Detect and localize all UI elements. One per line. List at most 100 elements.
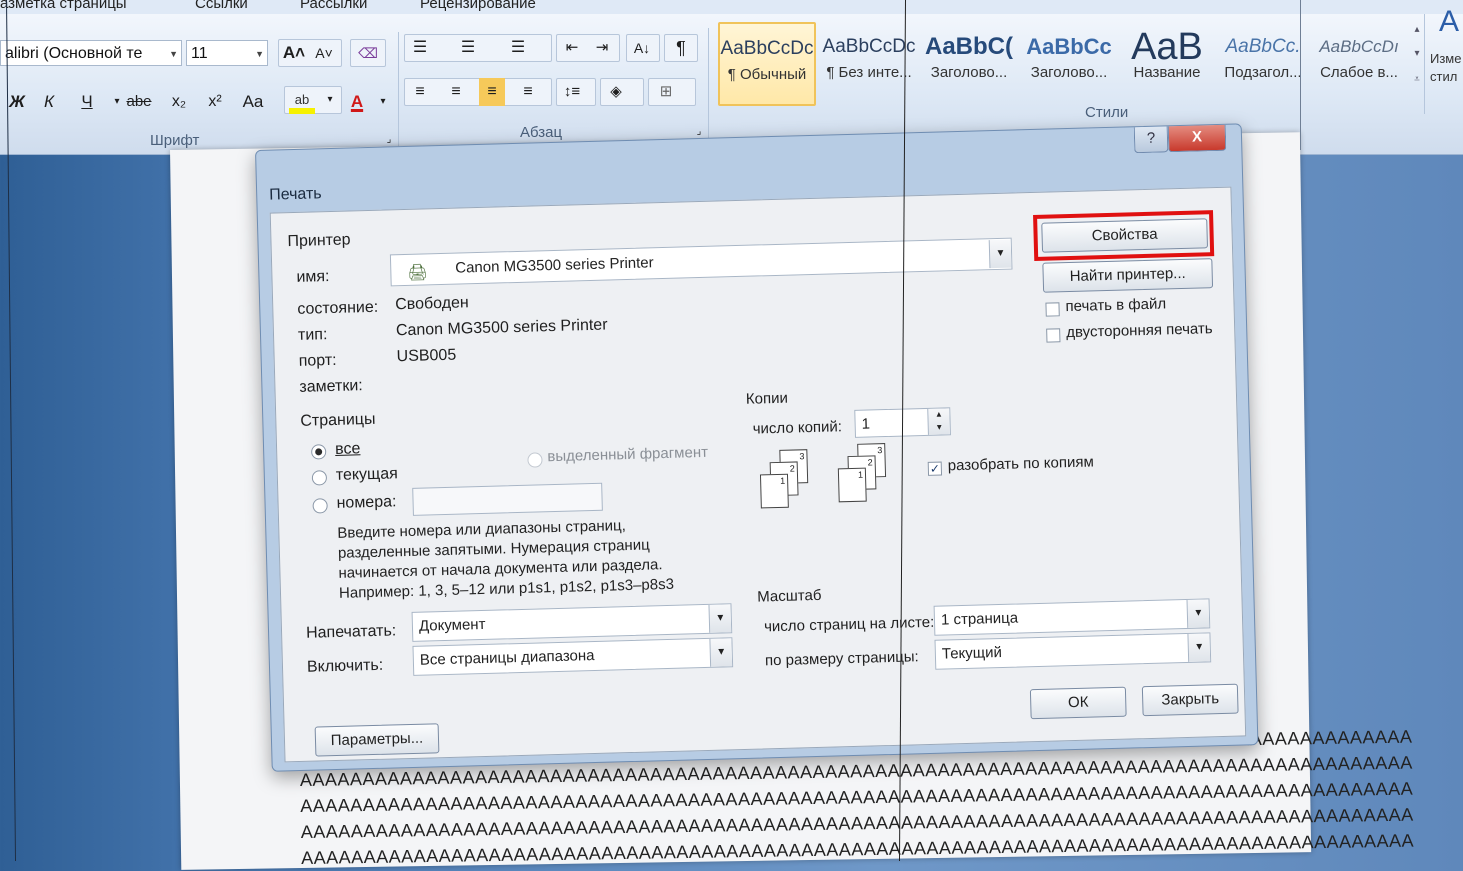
red-highlight-box <box>1033 210 1215 261</box>
page-icon: 1 <box>837 467 867 503</box>
duplex-checkbox[interactable] <box>1046 328 1061 343</box>
more-styles-icon[interactable]: ⩡ <box>1404 66 1430 94</box>
tab-page-layout[interactable]: азметка страницы <box>0 0 127 12</box>
grow-shrink-box: A˄ A˅ <box>278 39 342 67</box>
print-what-label: Напечатать: <box>305 622 397 642</box>
font-size-value: 11 <box>191 45 208 62</box>
style-subtle-emphasis[interactable]: AaBbCcDı Слабое в... <box>1310 22 1408 106</box>
scroll-down-icon[interactable]: ▾ <box>1404 40 1430 68</box>
decrease-indent-icon[interactable]: ⇤ <box>559 34 585 62</box>
ok-button[interactable]: ОК <box>1029 686 1127 720</box>
borders-button[interactable]: ⊞ <box>648 78 696 106</box>
include-label: Включить: <box>306 656 384 676</box>
style-sample: AaBbCcDı <box>1319 37 1399 56</box>
justify-icon[interactable]: ≡ <box>515 78 541 106</box>
shrink-font-button[interactable]: A˅ <box>311 39 337 67</box>
find-printer-button[interactable]: Найти принтер... <box>1042 258 1214 293</box>
close-x-button[interactable]: X <box>1167 124 1227 153</box>
pages-per-sheet-select[interactable]: 1 страница ▼ <box>933 598 1211 636</box>
increase-indent-icon[interactable]: ⇥ <box>589 34 615 62</box>
line-spacing-button[interactable]: ↕≡ <box>556 78 596 106</box>
group-label-font: Шрифт <box>150 132 200 149</box>
tab-references[interactable]: Ссылки <box>195 0 248 12</box>
help-button[interactable]: ? <box>1133 126 1169 154</box>
radio-all[interactable] <box>310 444 327 460</box>
dialog-body: Принтер имя: 🖨 Canon MG3500 series Print… <box>269 186 1247 763</box>
radio-current-label: текущая <box>335 465 398 484</box>
style-heading-1[interactable]: AaBbC( Заголово... <box>920 22 1018 106</box>
style-name: ¶ Без инте... <box>826 64 912 81</box>
shading-button[interactable]: ◈ <box>600 78 644 106</box>
style-normal[interactable]: AaBbCcDc ¶ Обычный <box>718 22 816 106</box>
chevron-down-icon[interactable]: ▾ <box>370 88 396 116</box>
print-to-file-checkbox[interactable] <box>1045 302 1060 317</box>
tab-mailings[interactable]: Рассылки <box>300 0 367 12</box>
dialog-title: Печать <box>268 185 322 204</box>
change-styles-icon[interactable]: A <box>1436 7 1462 37</box>
pages-per-sheet-value: 1 страница <box>940 609 1019 629</box>
clear-format-button[interactable]: ⌫ <box>350 39 386 67</box>
change-case-button[interactable]: Aa <box>240 88 266 116</box>
printer-name-select[interactable]: 🖨 Canon MG3500 series Printer ▼ <box>389 237 1013 287</box>
type-value: Canon MG3500 series Printer <box>395 316 608 340</box>
include-select[interactable]: Все страницы диапазона ▼ <box>412 637 734 676</box>
highlighter-icon: ab <box>289 86 315 114</box>
print-what-select[interactable]: Документ ▼ <box>411 603 733 642</box>
spinner-icon[interactable]: ▲ ▼ <box>927 407 950 436</box>
style-sample: AaBbC( <box>925 33 1013 60</box>
underline-button[interactable]: Ч <box>74 88 100 116</box>
style-sample: AaBbCcDc <box>822 36 916 57</box>
radio-numbers-label: номера: <box>336 493 397 512</box>
collate-label: разобрать по копиям <box>947 453 1094 475</box>
style-subtitle[interactable]: AaBbCc. Подзагол... <box>1214 22 1312 106</box>
duplex-label: двусторонняя печать <box>1066 320 1213 342</box>
style-no-spacing[interactable]: AaBbCcDc ¶ Без инте... <box>820 22 918 106</box>
subscript-button[interactable]: x₂ <box>166 88 192 116</box>
radio-numbers[interactable] <box>312 498 328 514</box>
printer-name-value: Canon MG3500 series Printer <box>455 254 654 277</box>
chevron-down-icon: ▼ <box>709 638 733 667</box>
divider <box>398 32 399 152</box>
sort-icon: A↓ <box>633 40 651 56</box>
tab-review[interactable]: Рецензирование <box>420 0 536 12</box>
status-label: состояние: <box>297 298 379 318</box>
font-size-combo[interactable]: 11 ▼ <box>186 40 268 66</box>
list-buttons: ☰ ☰ ☰ <box>404 34 552 62</box>
page-numbers-input[interactable] <box>412 482 603 516</box>
radio-current[interactable] <box>311 470 328 486</box>
font-color-button[interactable]: A <box>344 88 370 116</box>
align-left-icon[interactable]: ≡ <box>407 78 433 106</box>
change-styles-label[interactable]: Изме стил <box>1430 50 1463 86</box>
ribbon-tabs: азметка страницы Ссылки Рассылки Рецензи… <box>0 0 1463 14</box>
style-name: Слабое в... <box>1320 64 1398 81</box>
italic-button[interactable]: К <box>36 88 62 116</box>
strikethrough-button[interactable]: abe <box>126 88 152 116</box>
collate-checkbox[interactable]: ✓ <box>927 461 943 476</box>
superscript-button[interactable]: x² <box>202 88 228 116</box>
numbering-icon[interactable]: ☰ <box>455 34 481 62</box>
bullets-icon[interactable]: ☰ <box>407 34 433 62</box>
style-name: Заголово... <box>1030 64 1108 81</box>
style-heading-2[interactable]: AaBbCc Заголово... <box>1020 22 1118 106</box>
multilevel-list-icon[interactable]: ☰ <box>505 34 531 62</box>
printer-name-label: имя: <box>296 268 330 286</box>
chevron-down-icon: ▼ <box>1186 599 1210 628</box>
show-marks-button[interactable]: ¶ <box>664 34 698 62</box>
divider <box>1424 14 1425 114</box>
close-button[interactable]: Закрыть <box>1141 683 1239 717</box>
printer-section-title: Принтер <box>287 231 351 251</box>
sort-button[interactable]: A↓ <box>626 34 660 62</box>
chevron-down-icon: ▼ <box>255 49 264 59</box>
radio-selection[interactable] <box>527 452 543 468</box>
style-title[interactable]: AaB Название <box>1118 22 1216 106</box>
highlight-color-button[interactable]: ab ▾ <box>284 86 342 114</box>
print-dialog: Печать ? X Принтер имя: 🖨 Canon MG3500 s… <box>255 123 1259 772</box>
scale-value: Текущий <box>941 643 1003 663</box>
print-to-file-label: печать в файл <box>1065 295 1167 316</box>
options-button[interactable]: Параметры... <box>314 723 440 757</box>
align-right-icon[interactable]: ≡ <box>479 78 505 106</box>
scale-select[interactable]: Текущий ▼ <box>934 632 1212 670</box>
align-center-icon[interactable]: ≡ <box>443 78 469 106</box>
font-name-combo[interactable]: alibri (Основной те ▼ <box>0 40 182 66</box>
grow-font-button[interactable]: A˄ <box>281 39 307 67</box>
